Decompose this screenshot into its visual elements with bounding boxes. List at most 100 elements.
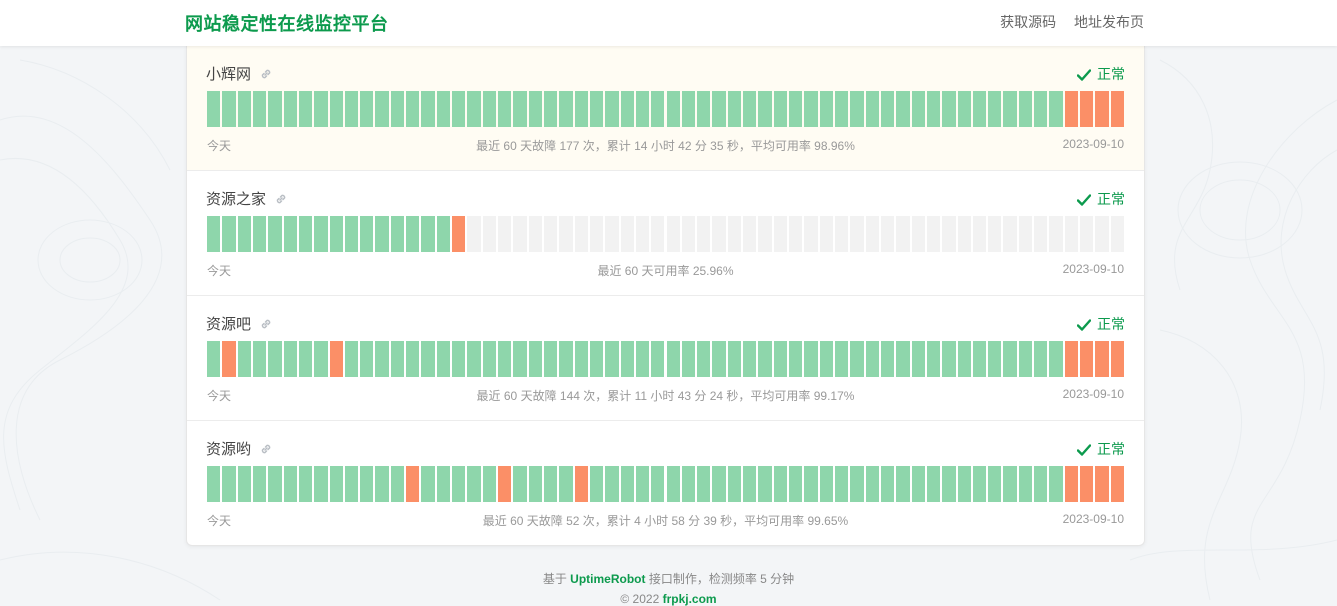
uptime-bar-up[interactable] [237,341,251,377]
uptime-bar-no-data[interactable] [758,216,772,252]
uptime-bar-up[interactable] [513,91,527,127]
uptimerobot-link[interactable]: UptimeRobot [570,572,645,586]
uptime-bar-up[interactable] [207,216,221,252]
uptime-bar-up[interactable] [329,466,343,502]
uptime-bar-up[interactable] [559,91,573,127]
uptime-bar-up[interactable] [283,341,297,377]
uptime-bar-up[interactable] [789,91,803,127]
uptime-bar-up[interactable] [344,216,359,252]
uptime-bar-no-data[interactable] [988,216,1002,252]
uptime-bar-up[interactable] [574,91,588,127]
uptime-bar-up[interactable] [712,341,726,377]
uptime-bar-up[interactable] [743,341,757,377]
uptime-bar-up[interactable] [344,91,359,127]
uptime-bar-down[interactable] [222,341,236,377]
uptime-bar-up[interactable] [697,466,711,502]
uptime-bar-up[interactable] [727,91,742,127]
uptime-bar-up[interactable] [329,91,343,127]
uptime-bar-no-data[interactable] [1018,216,1033,252]
uptime-bar-up[interactable] [467,91,481,127]
uptime-bar-up[interactable] [268,216,282,252]
uptime-bar-up[interactable] [1034,341,1048,377]
uptime-bar-up[interactable] [452,341,466,377]
site-domain-link[interactable]: frpkj.com [663,592,717,606]
uptime-bar-no-data[interactable] [819,216,833,252]
uptime-bar-no-data[interactable] [605,216,619,252]
uptime-bar-up[interactable] [237,91,251,127]
uptime-bar-down[interactable] [452,216,466,252]
uptime-bar-up[interactable] [972,341,987,377]
uptime-bar-up[interactable] [789,341,803,377]
uptime-bar-up[interactable] [1003,341,1017,377]
uptime-bar-no-data[interactable] [482,216,496,252]
uptime-bar-no-data[interactable] [1064,216,1079,252]
uptime-bar-up[interactable] [390,216,405,252]
uptime-bar-up[interactable] [697,91,711,127]
uptime-bar-no-data[interactable] [789,216,803,252]
uptime-bar-up[interactable] [559,341,573,377]
uptime-bar-down[interactable] [1080,341,1094,377]
nav-link-address-page[interactable]: 地址发布页 [1074,14,1144,30]
uptime-bar-up[interactable] [283,91,297,127]
uptime-bar-up[interactable] [758,91,772,127]
uptime-bar-up[interactable] [1049,341,1063,377]
uptime-bar-up[interactable] [896,466,910,502]
uptime-bar-down[interactable] [1064,341,1079,377]
uptime-bar-up[interactable] [712,91,726,127]
uptime-bar-up[interactable] [589,466,604,502]
uptime-bar-down[interactable] [1110,341,1124,377]
uptime-bar-up[interactable] [436,466,451,502]
uptime-bar-up[interactable] [1049,466,1063,502]
uptime-bar-down[interactable] [1095,341,1109,377]
uptime-bar-up[interactable] [681,341,696,377]
uptime-bar-up[interactable] [712,466,726,502]
uptime-bar-up[interactable] [926,91,941,127]
uptime-bar-up[interactable] [298,466,313,502]
uptime-bar-up[interactable] [329,216,343,252]
uptime-bar-up[interactable] [237,466,251,502]
uptime-bar-down[interactable] [498,466,512,502]
uptime-bar-up[interactable] [222,466,236,502]
uptime-bar-no-data[interactable] [865,216,879,252]
uptime-bar-up[interactable] [268,466,282,502]
uptime-bar-up[interactable] [620,466,634,502]
uptime-bar-up[interactable] [804,91,818,127]
uptime-bar-up[interactable] [498,91,512,127]
uptime-bar-up[interactable] [222,91,236,127]
uptime-bar-up[interactable] [513,341,527,377]
uptime-bar-up[interactable] [911,341,925,377]
uptime-bar-up[interactable] [834,341,849,377]
uptime-bar-up[interactable] [988,341,1002,377]
uptime-bar-up[interactable] [697,341,711,377]
uptime-bar-up[interactable] [252,216,267,252]
uptime-bar-up[interactable] [988,91,1002,127]
uptime-bar-up[interactable] [298,341,313,377]
uptime-bar-no-data[interactable] [942,216,956,252]
uptime-bar-up[interactable] [375,466,389,502]
uptime-bar-no-data[interactable] [1110,216,1124,252]
uptime-bar-down[interactable] [329,341,343,377]
uptime-bar-up[interactable] [804,341,818,377]
uptime-bar-up[interactable] [758,466,772,502]
uptime-bar-no-data[interactable] [773,216,788,252]
uptime-bar-down[interactable] [1064,466,1079,502]
uptime-bar-up[interactable] [513,466,527,502]
uptime-bar-up[interactable] [406,216,420,252]
uptime-bar-up[interactable] [1034,466,1048,502]
uptime-bar-up[interactable] [743,91,757,127]
uptime-bar-down[interactable] [1095,466,1109,502]
uptime-bar-no-data[interactable] [727,216,742,252]
uptime-bar-up[interactable] [804,466,818,502]
uptime-bar-no-data[interactable] [1080,216,1094,252]
uptime-bar-up[interactable] [406,341,420,377]
uptime-bar-no-data[interactable] [804,216,818,252]
uptime-bar-up[interactable] [620,341,634,377]
uptime-bar-up[interactable] [926,466,941,502]
uptime-bar-no-data[interactable] [880,216,895,252]
uptime-bar-up[interactable] [543,341,558,377]
uptime-bar-up[interactable] [635,91,650,127]
uptime-bar-up[interactable] [421,216,435,252]
uptime-bar-up[interactable] [574,341,588,377]
uptime-bar-up[interactable] [666,466,680,502]
uptime-bar-up[interactable] [252,341,267,377]
